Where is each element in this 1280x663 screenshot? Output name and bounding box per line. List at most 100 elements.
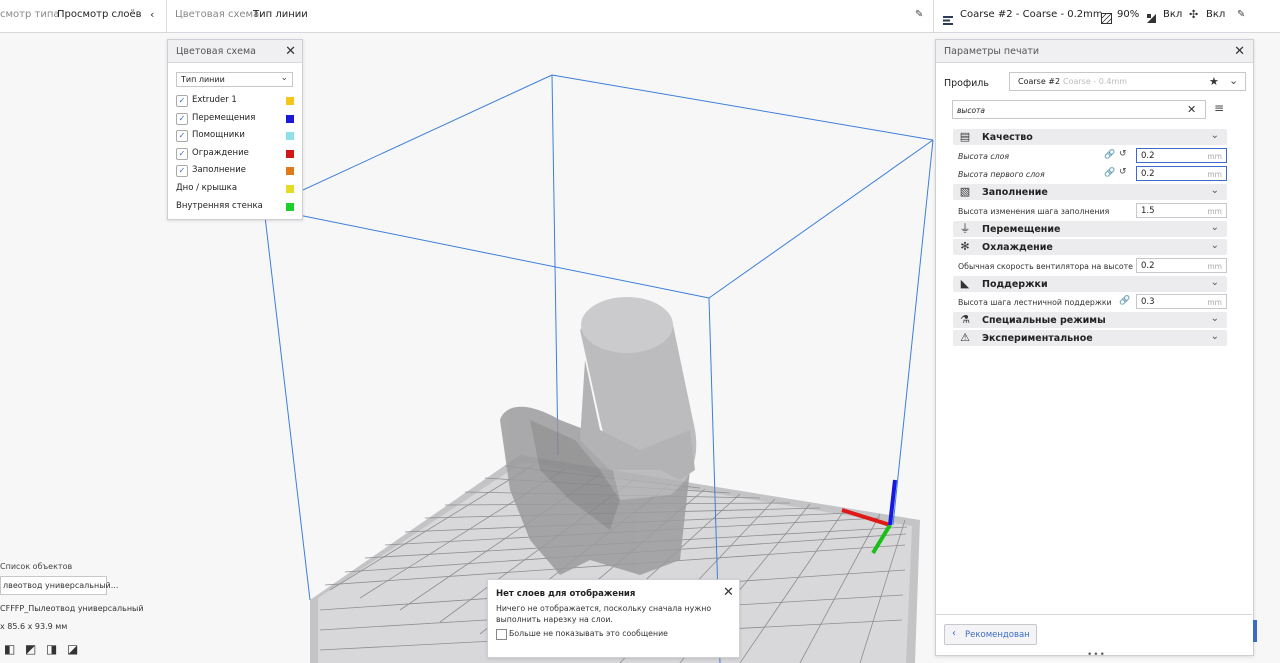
- legend-item[interactable]: ✓ Заполнение: [176, 163, 294, 179]
- chevron-down-icon: ⌄: [1210, 331, 1219, 342]
- link-icon[interactable]: 🔗: [1104, 168, 1115, 178]
- infill-icon: [1101, 9, 1112, 24]
- category-label: Специальные режимы: [982, 315, 1106, 326]
- chevron-left-icon[interactable]: ‹: [150, 8, 154, 21]
- chevron-down-icon: ⌄: [1210, 130, 1219, 141]
- divider: [935, 614, 1252, 615]
- message-body: Ничего не отображается, поскольку сначал…: [496, 604, 712, 624]
- object-list-title[interactable]: Список объектов: [0, 562, 72, 571]
- object-list-item[interactable]: лвеотвод универсальный...: [0, 576, 118, 595]
- clear-search-icon[interactable]: ✕: [1187, 103, 1196, 116]
- close-icon[interactable]: ✕: [285, 45, 296, 58]
- no-layers-message: Нет слоев для отображения ✕ Ничего не от…: [487, 579, 740, 658]
- recommended-button[interactable]: ‹ Рекомендован: [944, 624, 1037, 645]
- legend-color-swatch: [286, 202, 294, 211]
- legend-label: Перемещения: [192, 112, 256, 123]
- view-left-icon[interactable]: ◪: [67, 643, 79, 655]
- category-experimental[interactable]: ⚠ Экспериментальное ⌄: [953, 330, 1227, 346]
- category-cooling[interactable]: ✻ Охлаждение ⌄: [953, 239, 1227, 255]
- edit-pencil-icon[interactable]: ✎: [915, 9, 923, 20]
- print-settings-title: Параметры печати: [944, 46, 1040, 57]
- fan-speed-height-input[interactable]: 0.2 mm: [1136, 258, 1227, 273]
- drag-handle-icon[interactable]: •••: [1087, 650, 1106, 660]
- legend-color-swatch: [286, 185, 294, 193]
- dont-show-again-checkbox[interactable]: [496, 629, 507, 640]
- legend-color-swatch: [286, 149, 294, 158]
- dropdown-value: Тип линии: [181, 75, 225, 84]
- dont-show-again-label: Больше не показывать это сообщение: [509, 629, 668, 638]
- top-toolbar: смотр типа Просмотр слоёв ‹ Цветовая схе…: [0, 0, 1280, 33]
- infill-value[interactable]: 90%: [1117, 9, 1139, 20]
- legend-color-swatch: [286, 114, 294, 123]
- support-icon: [1146, 9, 1157, 23]
- category-label: Экспериментальное: [982, 333, 1093, 344]
- reset-icon[interactable]: ↺: [1119, 167, 1127, 177]
- edit-settings-icon[interactable]: ✎: [1237, 9, 1245, 20]
- color-scheme-value[interactable]: Тип линии: [253, 9, 308, 20]
- legend-item[interactable]: ✓ Extruder 1: [176, 93, 294, 109]
- cooling-icon: ✻: [960, 240, 970, 253]
- adhesion-icon: ✣: [1189, 8, 1199, 21]
- view-mode-selector[interactable]: Просмотр слоёв: [57, 9, 142, 20]
- reset-icon[interactable]: ↺: [1119, 149, 1127, 159]
- view-3d-icon[interactable]: ◧: [4, 643, 16, 655]
- layer-height-input[interactable]: 0.2 mm: [1136, 148, 1227, 163]
- chevron-down-icon[interactable]: ⌄: [1229, 74, 1238, 87]
- color-scheme-dropdown[interactable]: Тип линии ⌄: [176, 72, 293, 87]
- legend-checkbox[interactable]: ✓: [176, 165, 188, 178]
- setting-value: 0.3: [1141, 297, 1155, 307]
- profile-value: Coarse #2: [1018, 77, 1061, 86]
- support-value[interactable]: Вкл: [1163, 9, 1182, 20]
- link-icon[interactable]: 🔗: [1104, 150, 1115, 160]
- legend-checkbox[interactable]: ✓: [176, 95, 188, 107]
- legend-label: Внутренняя стенка: [176, 200, 263, 211]
- category-label: Качество: [982, 132, 1033, 143]
- legend-item[interactable]: ✓ Помощники: [176, 128, 294, 144]
- legend-label: Extruder 1: [192, 95, 237, 105]
- category-support[interactable]: ◣ Поддержки ⌄: [953, 276, 1227, 292]
- settings-search-input[interactable]: высота ✕: [952, 100, 1206, 119]
- category-infill[interactable]: ▧ Заполнение ⌄: [953, 184, 1227, 200]
- close-icon[interactable]: ✕: [723, 586, 734, 599]
- legend-checkbox[interactable]: ✓: [176, 147, 188, 160]
- gradual-infill-step-input[interactable]: 1.5 mm: [1136, 203, 1227, 218]
- setting-label: Высота шага лестничной поддержки: [958, 298, 1112, 307]
- chevron-left-icon: ‹: [952, 628, 956, 639]
- legend-color-swatch: [286, 167, 294, 176]
- legend-item[interactable]: Внутренняя стенка: [176, 199, 294, 215]
- profile-selector[interactable]: Coarse #2 Coarse - 0.4mm ★ ⌄: [1009, 72, 1246, 91]
- legend-label: Ограждение: [192, 147, 249, 158]
- view-front-icon[interactable]: ◩: [25, 643, 37, 655]
- setting-unit: mm: [1207, 152, 1222, 161]
- legend-color-swatch: [286, 132, 294, 141]
- legend-checkbox[interactable]: ✓: [176, 112, 188, 125]
- category-travel[interactable]: ⏚ Перемещение ⌄: [953, 221, 1227, 237]
- legend-item[interactable]: ✓ Ограждение: [176, 146, 294, 162]
- chevron-down-icon: ⌄: [1210, 222, 1219, 233]
- profile-label: Профиль: [944, 78, 989, 89]
- legend-item[interactable]: ✓ Перемещения: [176, 111, 294, 127]
- print-profile-selector[interactable]: Coarse #2 - Coarse - 0.2mm: [960, 9, 1103, 20]
- setting-unit: mm: [1207, 298, 1222, 307]
- initial-layer-height-input[interactable]: 0.2 mm: [1136, 166, 1227, 181]
- view-top-icon[interactable]: ◨: [46, 643, 58, 655]
- chevron-down-icon: ⌄: [1210, 185, 1219, 196]
- adhesion-value[interactable]: Вкл: [1206, 9, 1225, 20]
- category-label: Перемещение: [982, 224, 1061, 235]
- slice-button-edge[interactable]: [1253, 620, 1257, 642]
- category-special-modes[interactable]: ⚗ Специальные режимы ⌄: [953, 312, 1227, 328]
- category-label: Охлаждение: [982, 242, 1053, 253]
- search-value: высота: [957, 106, 986, 115]
- message-title: Нет слоев для отображения: [496, 589, 636, 599]
- support-stair-height-input[interactable]: 0.3 mm: [1136, 294, 1227, 309]
- favorite-star-icon[interactable]: ★: [1209, 75, 1219, 88]
- settings-menu-icon[interactable]: ≡: [1214, 101, 1224, 115]
- legend-item[interactable]: Дно / крышка: [176, 181, 294, 197]
- category-quality[interactable]: ▤ Качество ⌄: [953, 129, 1227, 145]
- legend-checkbox[interactable]: ✓: [176, 130, 188, 143]
- close-icon[interactable]: ✕: [1234, 45, 1245, 58]
- link-icon[interactable]: 🔗: [1119, 296, 1130, 306]
- profile-hint: Coarse - 0.4mm: [1063, 77, 1128, 86]
- color-scheme-panel: Цветовая схема ✕ Тип линии ⌄ ✓ Extruder 1…: [167, 39, 303, 220]
- printer-profile-icon: [943, 10, 953, 25]
